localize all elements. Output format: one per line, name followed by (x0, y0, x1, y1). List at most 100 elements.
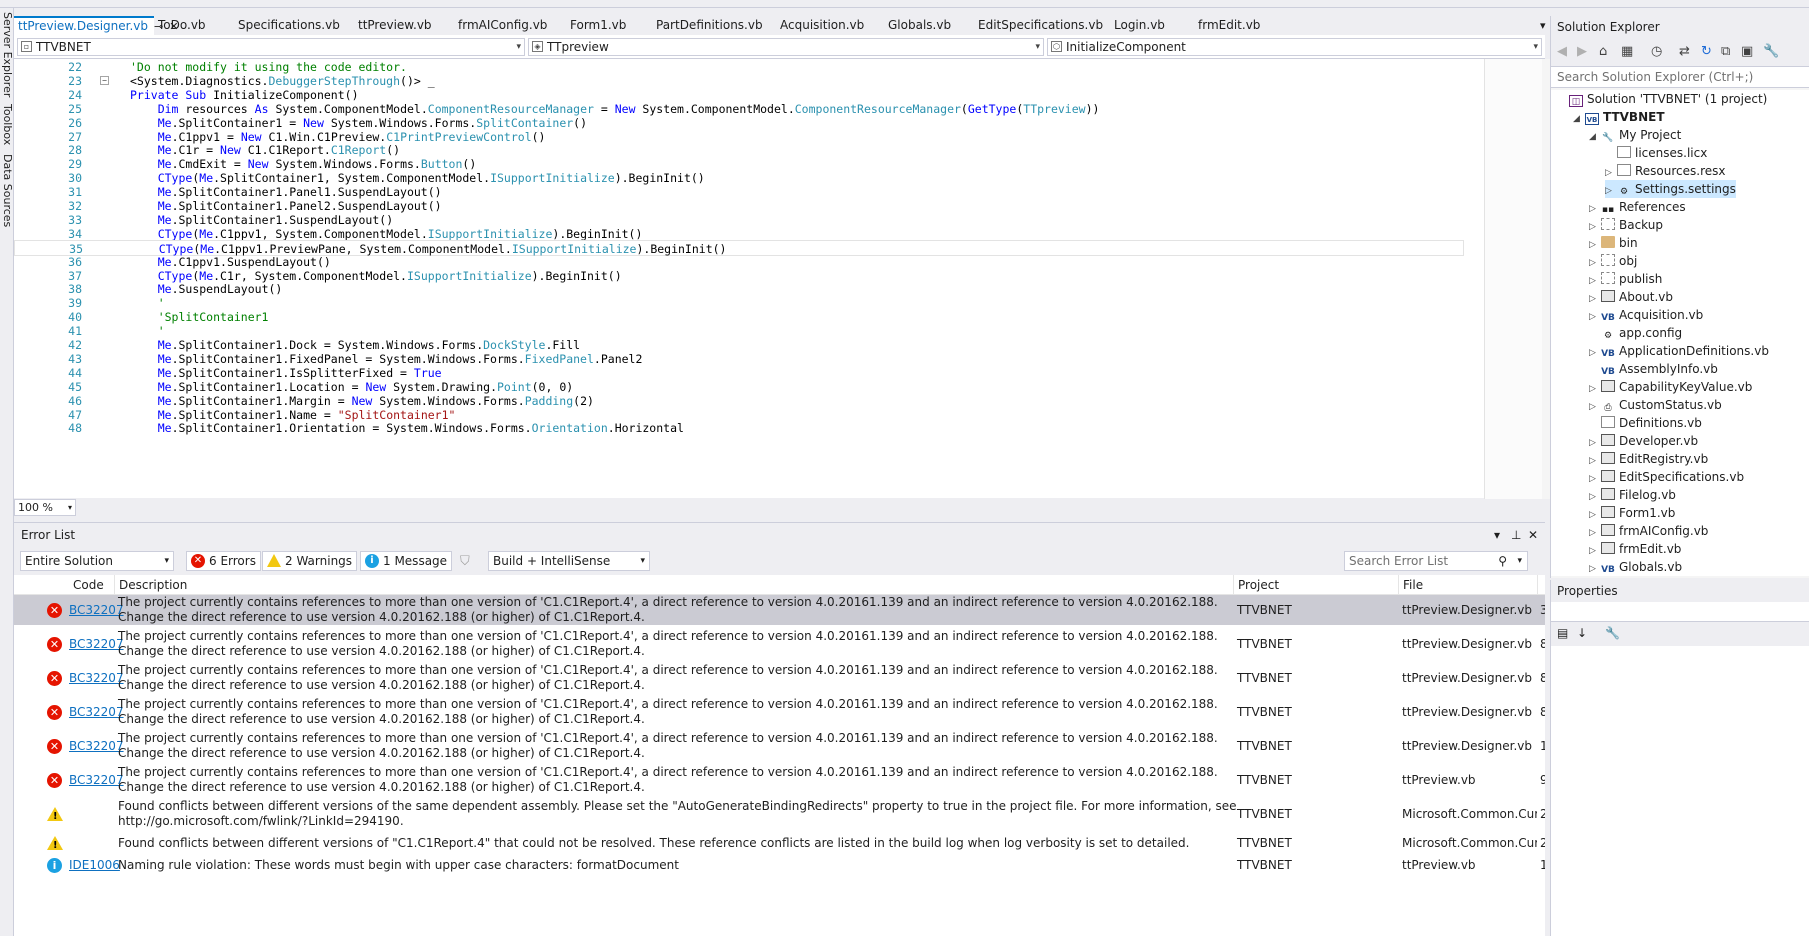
tab-globals[interactable]: Globals.vb (884, 16, 955, 35)
tree-node[interactable]: ▷ VB Globals.vb (1589, 558, 1682, 576)
column-file[interactable]: File (1398, 575, 1423, 595)
error-list-row[interactable]: Found conflicts between different versio… (14, 799, 1545, 829)
error-list-row[interactable]: ✕ BC32207 The project currently contains r… (14, 697, 1545, 727)
tree-node[interactable]: ▷ Form1.vb (1589, 504, 1675, 522)
error-list-row[interactable]: ✕ BC32207 The project currently contains r… (14, 595, 1545, 625)
pin-icon[interactable]: ⊥ (1511, 523, 1521, 547)
error-list-row[interactable]: ✕ BC32207 The project currently contains r… (14, 765, 1545, 795)
tab-todo[interactable]: ToDo.vb (154, 16, 210, 35)
tab-editspecifications[interactable]: EditSpecifications.vb (974, 16, 1107, 35)
tree-node[interactable]: VB AssemblyInfo.vb (1589, 360, 1718, 378)
collapse-arrow-icon[interactable]: ◢ (1573, 110, 1585, 128)
tree-node[interactable]: ▷ Developer.vb (1589, 432, 1698, 450)
error-code-link[interactable]: BC32207 (69, 739, 124, 754)
tree-node[interactable]: ▷ publish (1589, 270, 1662, 288)
home-icon[interactable]: ⌂ (1599, 44, 1607, 59)
tree-node[interactable]: licenses.licx (1605, 144, 1707, 162)
build-filter-dropdown[interactable]: Build + IntelliSense ▾ (488, 551, 650, 571)
tab-overflow-icon[interactable]: ▾ (1540, 16, 1546, 35)
server-explorer-tab[interactable]: Server Explorer (1, 12, 14, 97)
error-code-link[interactable]: IDE1006 (69, 858, 120, 873)
tab-ttpreview[interactable]: ttPreview.vb (354, 16, 436, 35)
expand-arrow-icon[interactable]: ▷ (1589, 560, 1601, 576)
error-list-row[interactable]: ✕ BC32207 The project currently contains r… (14, 731, 1545, 761)
error-code-link[interactable]: BC32207 (69, 671, 124, 686)
properties-object-selector[interactable] (1551, 602, 1809, 622)
code-line[interactable]: 48 Me.SplitContainer1.Orientation = Syst… (14, 420, 1464, 436)
toolbox-tab[interactable]: Toolbox (1, 104, 14, 145)
tree-node[interactable]: ▷ ⚙ Settings.settings (1605, 180, 1736, 198)
tree-node[interactable]: ▷ CapabilityKeyValue.vb (1589, 378, 1752, 396)
error-list-row[interactable]: i IDE1006 Naming rule violation: These wor… (14, 855, 1545, 875)
refresh-icon[interactable]: ↻ (1701, 44, 1712, 59)
code-editor[interactable]: 22 'Do not modify it using the code edito… (14, 59, 1559, 499)
tree-node[interactable]: ▷ bin (1589, 234, 1638, 252)
tree-node[interactable]: ▷ Filelog.vb (1589, 486, 1676, 504)
error-code-link[interactable]: BC32207 (69, 773, 124, 788)
scope-dropdown[interactable]: Entire Solution ▾ (20, 551, 174, 571)
member-dropdown[interactable]: ⬡ InitializeComponent ▾ (1047, 38, 1542, 56)
error-code-link[interactable]: BC32207 (69, 705, 124, 720)
warnings-filter-button[interactable]: 2 Warnings (262, 551, 358, 571)
tree-node[interactable]: ⚙ app.config (1589, 324, 1682, 342)
tree-node[interactable]: ▷ ⎙ CustomStatus.vb (1589, 396, 1722, 414)
search-error-list-input[interactable]: Search Error List ⚲ ▾ (1344, 551, 1528, 571)
project-dropdown[interactable]: ▫ TTVBNET ▾ (17, 38, 525, 56)
categorized-icon[interactable]: ▤ (1557, 626, 1568, 640)
errors-filter-button[interactable]: ✕ 6 Errors (186, 551, 261, 571)
tab-form1[interactable]: Form1.vb (566, 16, 630, 35)
class-dropdown[interactable]: ◈ TTpreview ▾ (528, 38, 1044, 56)
column-line[interactable] (1537, 575, 1542, 595)
collapse-arrow-icon[interactable]: ◢ (1589, 128, 1601, 146)
column-code[interactable]: Code (69, 575, 104, 595)
tree-node[interactable]: ▷ About.vb (1589, 288, 1673, 306)
tab-frmedit[interactable]: frmEdit.vb (1194, 16, 1264, 35)
error-code-link[interactable]: BC32207 (69, 637, 124, 652)
error-list-row[interactable]: Found conflicts between different versio… (14, 833, 1545, 853)
tree-node[interactable]: ◢ VB TTVBNET (1573, 108, 1665, 126)
tab-ttpreview-designer[interactable]: ttPreview.Designer.vb ⊸ ✕ (14, 16, 178, 35)
sync-icon[interactable]: ⇄ (1679, 44, 1690, 59)
collapse-region-icon[interactable]: − (100, 75, 109, 85)
window-position-icon[interactable]: ▾ (1494, 523, 1500, 547)
data-sources-tab[interactable]: Data Sources (1, 154, 14, 227)
forward-icon[interactable]: ▶ (1577, 44, 1587, 59)
alphabetical-icon[interactable]: ↓ (1577, 626, 1587, 640)
tab-login[interactable]: Login.vb (1110, 16, 1169, 35)
tab-specifications[interactable]: Specifications.vb (234, 16, 344, 35)
messages-filter-button[interactable]: i1 Message (360, 551, 453, 571)
tab-partdefinitions[interactable]: PartDefinitions.vb (652, 16, 767, 35)
tree-node[interactable]: ▷ frmAIConfig.vb (1589, 522, 1708, 540)
error-code-link[interactable]: BC32207 (69, 603, 124, 618)
tab-frmaiconfig[interactable]: frmAIConfig.vb (454, 16, 551, 35)
tree-node[interactable]: ▷ Resources.resx (1605, 162, 1726, 180)
error-list-row[interactable]: ✕ BC32207 The project currently contains r… (14, 663, 1545, 693)
collapse-all-icon[interactable]: ⧉ (1721, 44, 1730, 59)
column-description[interactable]: Description (114, 575, 187, 595)
error-list-row[interactable]: ✕ BC32207 The project currently contains r… (14, 629, 1545, 659)
switch-views-icon[interactable]: ▦ (1621, 44, 1633, 59)
properties-icon[interactable]: 🔧 (1763, 44, 1779, 59)
close-icon[interactable]: ✕ (1528, 523, 1538, 547)
tab-acquisition[interactable]: Acquisition.vb (776, 16, 868, 35)
tree-node[interactable]: ▷ EditSpecifications.vb (1589, 468, 1744, 486)
property-pages-icon[interactable]: 🔧 (1605, 626, 1620, 640)
tree-node[interactable]: ◫ Solution 'TTVBNET' (1 project) (1557, 90, 1767, 108)
pending-changes-icon[interactable]: ◷ (1651, 44, 1662, 59)
tree-node[interactable]: ▷ frmEdit.vb (1589, 540, 1681, 558)
properties-grid[interactable] (1551, 646, 1809, 936)
back-icon[interactable]: ◀ (1557, 44, 1567, 59)
tree-node[interactable]: ▷ VB Acquisition.vb (1589, 306, 1703, 324)
search-solution-explorer-input[interactable]: Search Solution Explorer (Ctrl+;) (1551, 66, 1809, 88)
tree-node[interactable]: ▷ EditRegistry.vb (1589, 450, 1708, 468)
filter-icon[interactable]: ⛉ (460, 554, 470, 569)
tree-node[interactable]: ▷ VB ApplicationDefinitions.vb (1589, 342, 1769, 360)
tree-node[interactable]: ▷ obj (1589, 252, 1637, 270)
column-project[interactable]: Project (1233, 575, 1279, 595)
tree-node[interactable]: ◢ 🔧 My Project (1589, 126, 1681, 144)
tree-node[interactable]: Definitions.vb (1589, 414, 1702, 432)
show-all-files-icon[interactable]: ▣ (1741, 44, 1753, 59)
tree-node[interactable]: ▷ ▪▪ References (1589, 198, 1686, 216)
zoom-level-dropdown[interactable]: 100 % ▾ (14, 499, 76, 516)
tree-node[interactable]: ▷ Backup (1589, 216, 1663, 234)
